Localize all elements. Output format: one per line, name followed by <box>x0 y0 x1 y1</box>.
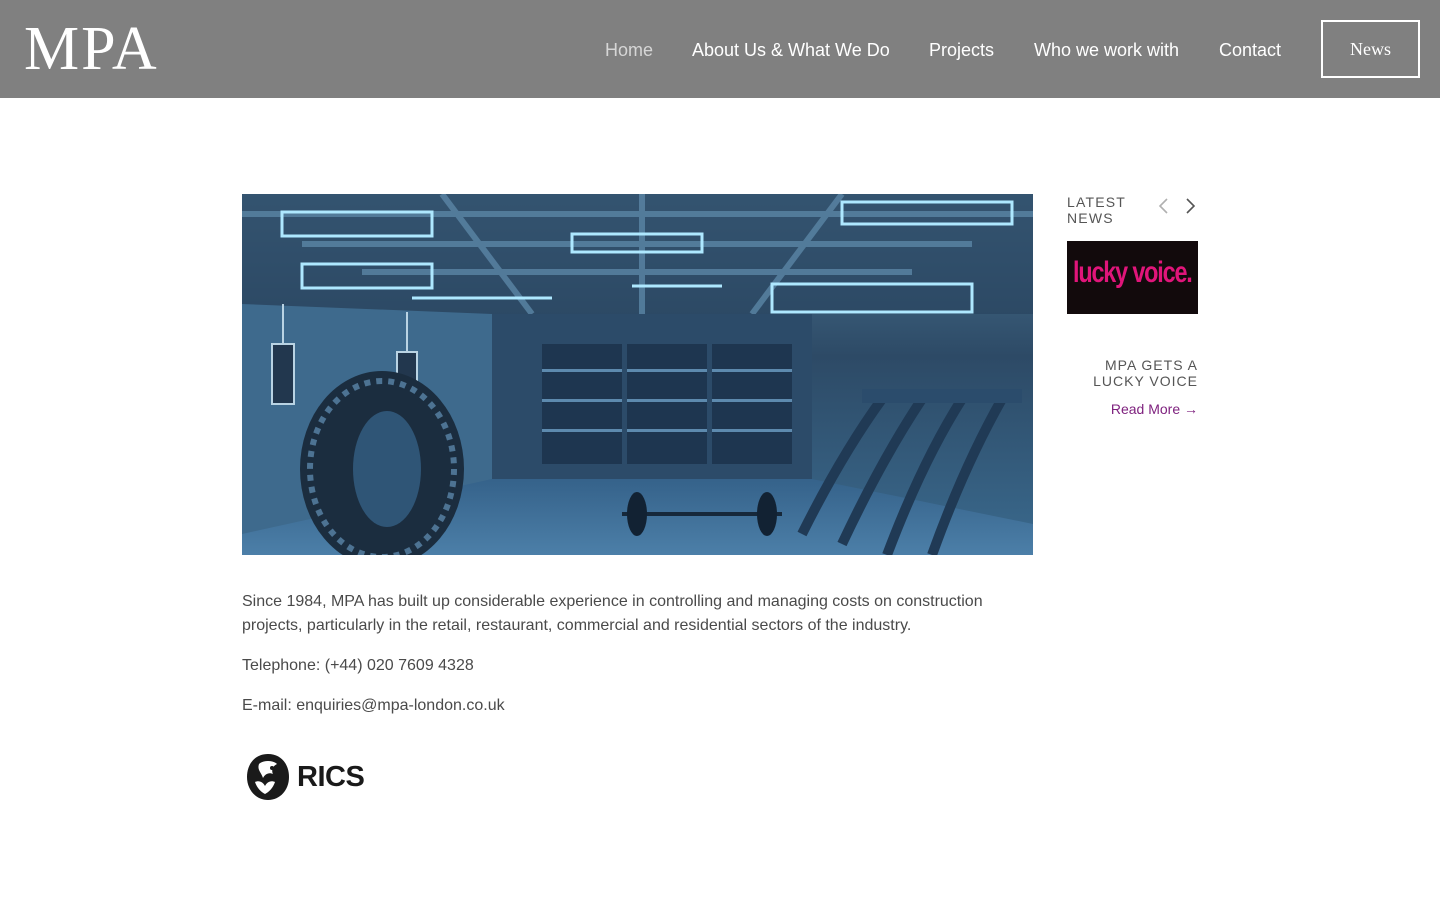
intro-paragraph: Since 1984, MPA has built up considerabl… <box>242 593 983 634</box>
nav-home[interactable]: Home <box>605 38 653 62</box>
nav-about[interactable]: About Us & What We Do <box>692 38 890 62</box>
news-post-title[interactable]: MPA GETS A LUCKY VOICE <box>1067 357 1198 389</box>
news-thumbnail[interactable]: lucky voice. <box>1067 241 1198 314</box>
site-header: MPA Home About Us & What We Do Projects … <box>0 0 1440 98</box>
prev-arrow-icon[interactable] <box>1156 196 1172 216</box>
news-button[interactable]: News <box>1321 20 1420 78</box>
nav-projects[interactable]: Projects <box>929 38 994 62</box>
rics-wordmark: RICS <box>297 761 365 793</box>
nav-who-we-work-with[interactable]: Who we work with <box>1034 38 1179 62</box>
read-more-link[interactable]: Read More → <box>1067 400 1198 418</box>
nav-contact[interactable]: Contact <box>1219 38 1281 62</box>
rics-lion-icon <box>247 754 289 800</box>
lucky-voice-logo: lucky voice. <box>1073 256 1193 289</box>
site-logo[interactable]: MPA <box>24 16 159 82</box>
gym-illustration <box>242 194 1033 555</box>
rics-logo: RICS <box>245 752 375 802</box>
email-text: E-mail: enquiries@mpa-london.co.uk <box>242 697 505 714</box>
latest-news-heading: LATEST NEWS <box>1067 194 1126 226</box>
hero-image <box>242 194 1033 555</box>
next-arrow-icon[interactable] <box>1182 196 1198 216</box>
telephone-text: Telephone: (+44) 020 7609 4328 <box>242 657 474 674</box>
